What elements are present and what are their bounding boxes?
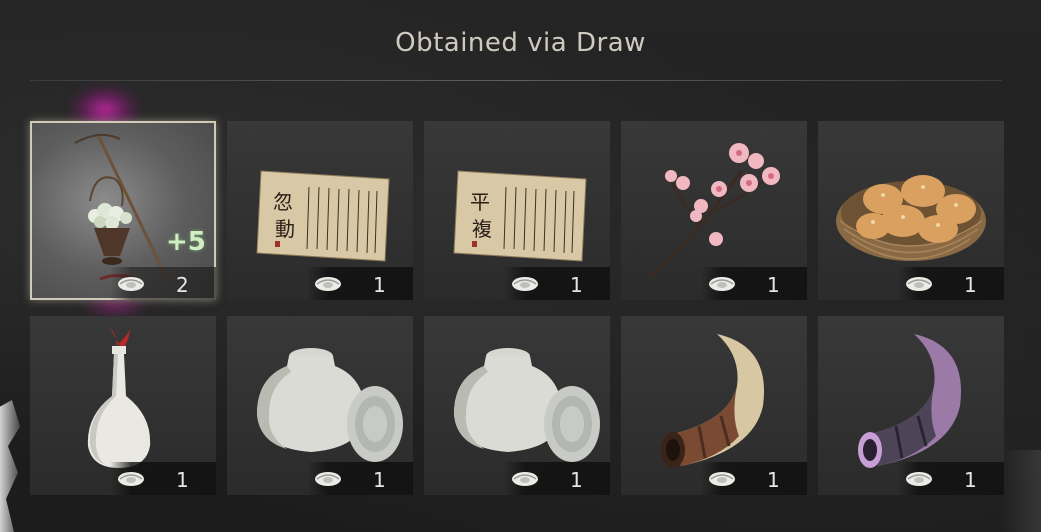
- quantity-value: 1: [373, 273, 386, 297]
- coin-icon: [315, 472, 341, 486]
- reward-slot-porcelain-bottle[interactable]: 1: [30, 316, 216, 495]
- coin-icon: [512, 472, 538, 486]
- quantity-bar: 1: [898, 267, 1004, 300]
- reward-slot-horn[interactable]: 1: [621, 316, 807, 495]
- reward-slot-violet-horn[interactable]: 1: [818, 316, 1004, 495]
- quantity-value: 1: [964, 273, 977, 297]
- quantity-value: 1: [373, 468, 386, 492]
- reward-slot-bun-basket[interactable]: 1: [818, 121, 1004, 300]
- quantity-value: 1: [570, 468, 583, 492]
- quantity-bar: 1: [504, 267, 610, 300]
- quantity-bar: 2: [110, 267, 216, 300]
- reward-slot-blossom-branch[interactable]: 1: [621, 121, 807, 300]
- reward-grid: +5 2 忽 動 1 平 複 1 1 1 1 1 1 1 1: [30, 121, 1006, 495]
- page-title: Obtained via Draw: [395, 28, 646, 58]
- coin-icon: [906, 472, 932, 486]
- reward-slot-flower-pole[interactable]: +5 2: [30, 121, 216, 300]
- quantity-value: 1: [767, 468, 780, 492]
- reward-slot-scroll-1[interactable]: 忽 動 1: [227, 121, 413, 300]
- title-divider: [30, 80, 1002, 81]
- svg-text:複: 複: [472, 217, 492, 241]
- quantity-bar: 1: [898, 462, 1004, 495]
- reward-slot-lidded-jar-1[interactable]: 1: [227, 316, 413, 495]
- quantity-value: 1: [767, 273, 780, 297]
- quantity-bar: 1: [701, 267, 807, 300]
- coin-icon: [709, 277, 735, 291]
- coin-icon: [512, 277, 538, 291]
- quantity-value: 1: [176, 468, 189, 492]
- quantity-bar: 1: [307, 267, 413, 300]
- coin-icon: [709, 472, 735, 486]
- quantity-value: 1: [570, 273, 583, 297]
- reward-slot-lidded-jar-2[interactable]: 1: [424, 316, 610, 495]
- coin-icon: [118, 472, 144, 486]
- brush-stroke-decoration-right: [1001, 450, 1041, 532]
- coin-icon: [906, 277, 932, 291]
- coin-icon: [315, 277, 341, 291]
- bonus-label: +5: [166, 227, 206, 257]
- quantity-value: 1: [964, 468, 977, 492]
- quantity-bar: 1: [110, 462, 216, 495]
- svg-text:平: 平: [470, 190, 490, 214]
- brush-stroke-decoration: [0, 400, 20, 532]
- svg-text:忽: 忽: [273, 190, 293, 214]
- svg-text:動: 動: [275, 217, 295, 241]
- quantity-bar: 1: [307, 462, 413, 495]
- quantity-bar: 1: [701, 462, 807, 495]
- quantity-bar: 1: [504, 462, 610, 495]
- reward-slot-scroll-2[interactable]: 平 複 1: [424, 121, 610, 300]
- quantity-value: 2: [176, 273, 189, 297]
- coin-icon: [118, 277, 144, 291]
